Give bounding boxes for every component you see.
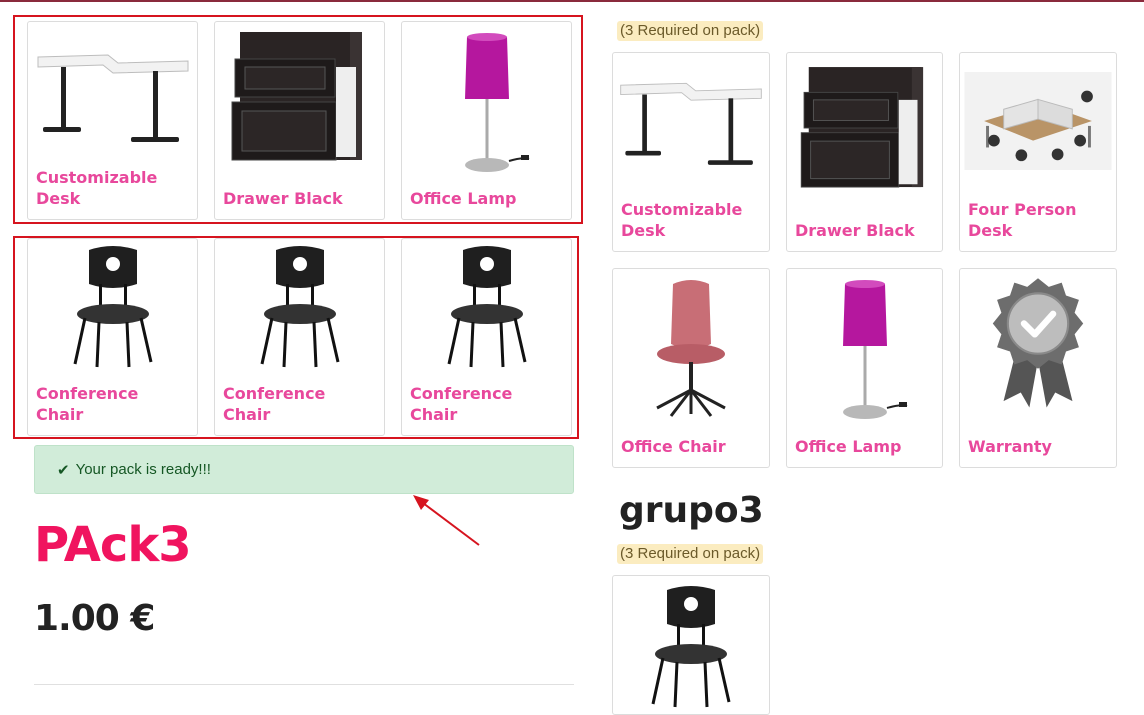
group-product-card[interactable]: Customizable Desk: [612, 52, 770, 252]
required-badge: (3 Required on pack): [617, 544, 764, 564]
product-name: Drawer Black: [795, 221, 915, 240]
selected-product-card[interactable]: Office Lamp: [401, 21, 572, 220]
group-product-card[interactable]: Drawer Black: [786, 52, 943, 252]
conference-chair-icon: [613, 576, 769, 715]
group-product-card[interactable]: Office Lamp: [786, 268, 943, 468]
selected-product-card[interactable]: Conference Chair: [214, 238, 385, 436]
lamp-icon: [402, 22, 571, 182]
drawer-icon: [787, 53, 942, 203]
selected-product-card[interactable]: Conference Chair: [27, 238, 198, 436]
product-name: Conference Chair: [223, 384, 326, 424]
group-product-card[interactable]: Office Chair: [612, 268, 770, 468]
desk-icon: [613, 53, 769, 183]
group-product-card[interactable]: [612, 575, 770, 715]
selected-product-card[interactable]: Customizable Desk: [27, 21, 198, 220]
pack-title: PAck3: [34, 517, 192, 573]
warranty-badge-icon: [960, 269, 1116, 419]
office-chair-icon: [613, 269, 769, 429]
conference-chair-icon: [215, 239, 384, 374]
product-name: Conference Chair: [36, 384, 139, 424]
product-name: Office Lamp: [410, 189, 517, 208]
lamp-icon: [787, 269, 942, 429]
product-name: Conference Chair: [410, 384, 513, 424]
annotation-arrow-icon: [413, 495, 480, 546]
product-name: Drawer Black: [223, 189, 343, 208]
group-title: grupo3: [619, 490, 764, 531]
selected-product-card[interactable]: Conference Chair: [401, 238, 572, 436]
check-icon: ✔: [57, 461, 70, 479]
four-person-desk-icon: [960, 53, 1116, 188]
product-name: Customizable Desk: [36, 168, 158, 208]
product-name: Customizable Desk: [621, 200, 743, 240]
product-name: Four Person Desk: [968, 200, 1077, 240]
divider: [34, 684, 574, 685]
pack-ready-alert: ✔ Your pack is ready!!!: [34, 445, 574, 494]
group-product-card[interactable]: Warranty: [959, 268, 1117, 468]
conference-chair-icon: [28, 239, 197, 374]
pack-price: 1.00 €: [34, 598, 155, 639]
required-badge: (3 Required on pack): [617, 21, 764, 41]
drawer-icon: [215, 22, 384, 172]
alert-text: Your pack is ready!!!: [75, 461, 211, 478]
selected-product-card[interactable]: Drawer Black: [214, 21, 385, 220]
group-product-card[interactable]: Four Person Desk: [959, 52, 1117, 252]
product-name: Office Lamp: [795, 437, 902, 456]
product-name: Office Chair: [621, 437, 726, 456]
product-name: Warranty: [968, 437, 1052, 456]
conference-chair-icon: [402, 239, 571, 374]
desk-icon: [28, 22, 197, 162]
